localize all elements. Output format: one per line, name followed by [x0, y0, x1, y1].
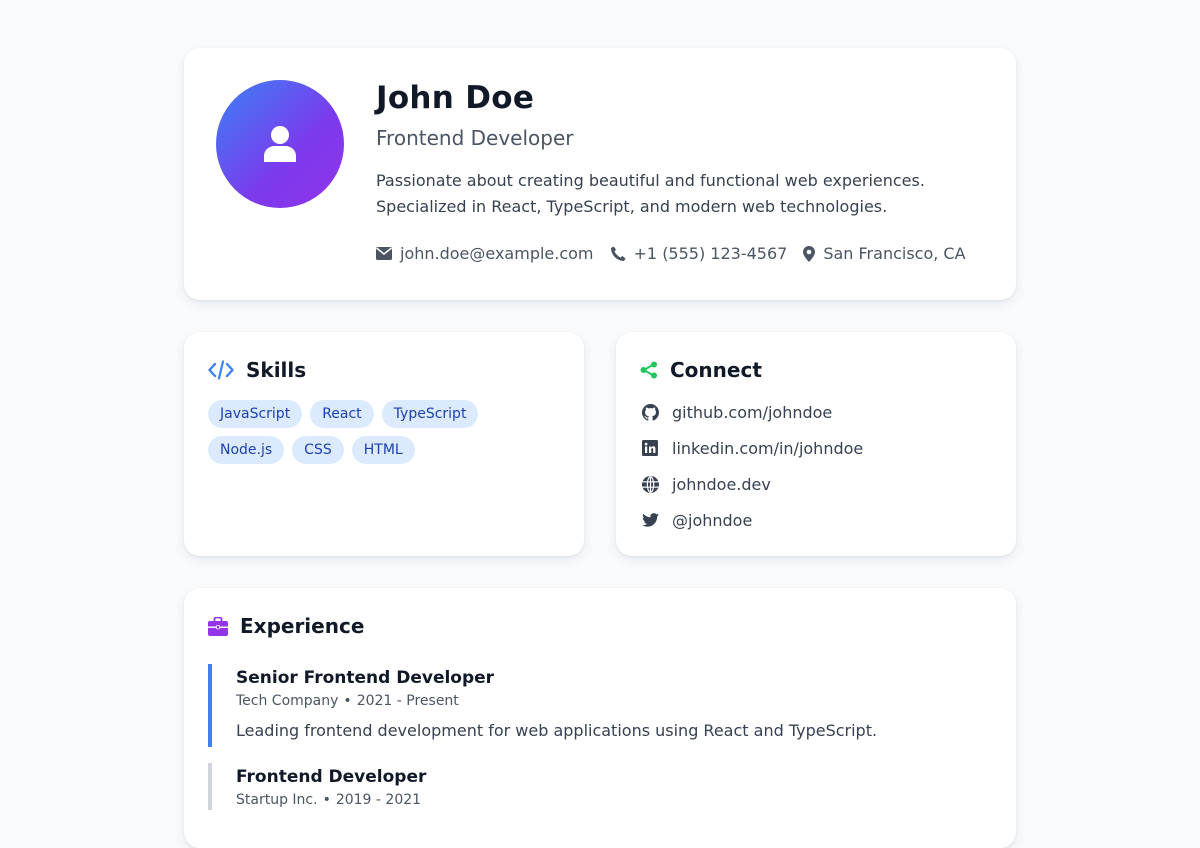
skill-tag: TypeScript — [381, 400, 479, 428]
contact-phone[interactable]: +1 (555) 123-4567 — [610, 244, 788, 263]
job-company: Tech Company — [236, 693, 339, 709]
skill-tag: CSS — [292, 436, 344, 464]
contact-location: San Francisco, CA — [803, 244, 966, 263]
link-website[interactable]: johndoe.dev — [640, 466, 863, 502]
link-label: github.com/johndoe — [672, 402, 833, 422]
profile-card: John Doe Frontend Developer Passionate a… — [184, 48, 1016, 300]
user-icon — [264, 126, 296, 162]
phone-icon — [610, 246, 626, 261]
envelope-icon — [376, 247, 392, 260]
job-meta: Startup Inc. • 2019 - 2021 — [236, 792, 422, 808]
phone-text: +1 (555) 123-4567 — [633, 244, 788, 263]
link-label: linkedin.com/in/johndoe — [672, 438, 864, 458]
link-github[interactable]: github.com/johndoe — [640, 394, 863, 430]
job-description: Leading frontend development for web app… — [236, 721, 878, 740]
avatar — [216, 80, 344, 208]
contact-row: john.doe@example.com +1 (555) 123-4567 S… — [376, 244, 996, 263]
skill-tag: Node.js — [208, 436, 285, 464]
experience-title: Experience — [240, 614, 365, 638]
profile-bio: Passionate about creating beautiful and … — [376, 171, 925, 216]
experience-item: Frontend Developer Startup Inc. • 2019 - 2… — [208, 763, 988, 810]
twitter-icon — [641, 513, 659, 527]
profile-role: Frontend Developer — [376, 126, 574, 150]
contact-email[interactable]: john.doe@example.com — [376, 244, 594, 263]
briefcase-icon — [208, 616, 228, 636]
link-twitter[interactable]: @johndoe — [640, 502, 863, 538]
skill-tag: JavaScript — [208, 400, 303, 428]
share-icon — [640, 361, 657, 379]
skills-card: Skills JavaScript React TypeScript Node.… — [184, 332, 584, 556]
skills-title: Skills — [246, 358, 307, 382]
link-label: @johndoe — [672, 510, 753, 530]
job-title: Senior Frontend Developer — [236, 668, 495, 688]
skill-tag: React — [310, 400, 374, 428]
skill-tag: HTML — [351, 436, 415, 464]
connect-title: Connect — [670, 358, 762, 382]
linkedin-icon — [642, 440, 658, 456]
code-icon — [208, 360, 234, 380]
link-linkedin[interactable]: linkedin.com/in/johndoe — [640, 430, 863, 466]
github-icon — [641, 403, 659, 421]
social-links: github.com/johndoe linkedin.com/in/johnd… — [640, 394, 863, 538]
job-title: Frontend Developer — [236, 767, 427, 787]
experience-card: Experience Senior Frontend Developer Tec… — [184, 588, 1016, 848]
globe-icon — [641, 475, 659, 493]
link-label: johndoe.dev — [672, 474, 771, 494]
connect-card: Connect github.com/johndoe linkedin.com/… — [616, 332, 1016, 556]
email-text: john.doe@example.com — [400, 244, 594, 263]
skill-tags: JavaScript React TypeScript Node.js CSS … — [208, 400, 508, 472]
experience-list: Senior Frontend Developer Tech Company • 2… — [208, 664, 988, 826]
experience-item: Senior Frontend Developer Tech Company • 2… — [208, 664, 988, 747]
job-meta: Tech Company • 2021 - Present — [236, 693, 459, 709]
job-period: 2019 - 2021 — [335, 792, 422, 808]
connect-heading: Connect — [640, 356, 762, 384]
location-text: San Francisco, CA — [823, 244, 966, 263]
profile-name: John Doe — [376, 80, 535, 116]
job-company: Startup Inc. — [236, 792, 318, 808]
skills-heading: Skills — [208, 356, 306, 384]
experience-heading: Experience — [208, 612, 364, 640]
map-pin-icon — [803, 245, 816, 262]
job-period: 2021 - Present — [356, 693, 459, 709]
